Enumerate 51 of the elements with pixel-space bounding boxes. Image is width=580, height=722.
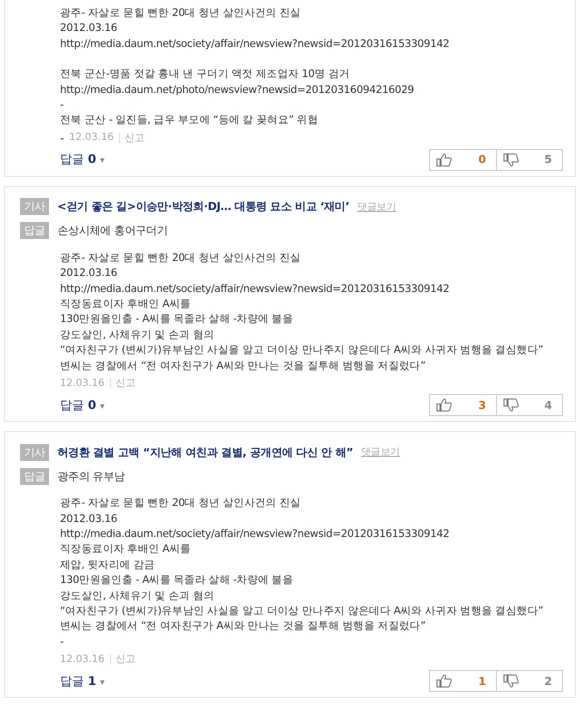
replies-toggle[interactable]: 답글 0 ▾	[60, 151, 105, 168]
comment-line: 제압, 뒷자리에 감금	[60, 558, 156, 573]
reply-title: 광주의 유부남	[57, 468, 125, 484]
article-title-link[interactable]: 허경환 결별 고백 “지난해 여친과 결별, 공개연에 다신 안 해”	[57, 444, 354, 460]
reply-tag: 답글	[20, 222, 50, 240]
replies-toggle[interactable]: 답글 1 ▾	[60, 672, 105, 690]
comment-line: 전북 군산-명품 젓갈 흉내 낸 구더기 액젓 제조업자 10명 검거	[60, 67, 351, 82]
comment-line: 130만원을인출 - A씨를 목졸라 살해 -차량에 불을	[60, 573, 294, 588]
comment-line: http://media.daum.net/society/affair/newsview?newsid=20120316153309142	[60, 36, 450, 52]
article-tag: 기사	[20, 444, 50, 461]
comment-line: “여자친구가 (변씨가)유부남인 사실을 알고 더이상 만나주지 않은데다 A씨와 사귀자 범행을 결심했다”	[60, 604, 544, 619]
article-title-link[interactable]: <걷기 좋은 길>이승만·박정희·DJ… 대통령 묘소 비교 ‘재미’	[57, 199, 350, 214]
comment-line: 광주- 자살로 묻힐 뻔한 20대 청년 살인사건의 진실	[60, 6, 302, 21]
thumbs-down-icon	[503, 674, 519, 688]
comment-line: 직장동료이자 후배인 A씨를	[60, 297, 192, 312]
comment-line: 2012.03.16	[60, 512, 118, 526]
reply-tag: 답글	[20, 468, 50, 485]
comment-line: 전북 군산 - 일진들, 급우 부모에 “등에 칼 꽂혀요” 위협	[60, 113, 320, 128]
comment-line: 직장동료이자 후배인 A씨를	[60, 542, 192, 558]
article-tag: 기사	[20, 198, 50, 216]
comment-line: 광주- 자살로 묻힐 뻔한 20대 청년 살인사건의 진실	[60, 496, 302, 512]
comment-date: 12.03.16	[60, 378, 105, 389]
comment-line: 변씨는 경찰에서 “전 여자친구가 A씨와 만나는 것을 질투해 범행을 저질렀다”	[60, 358, 427, 374]
reply-title: 손상시체에 홍어구더기	[57, 223, 168, 238]
report-link[interactable]: 신고	[124, 130, 145, 145]
comment-line: 2012.03.16	[60, 266, 118, 282]
comment-line: 강도살인, 사체유기 및 손괴 혐의	[60, 588, 216, 604]
comment-line: http://media.daum.net/society/affair/newsview?newsid=20120316153309142	[60, 282, 450, 297]
comment-line: 2012.03.16	[60, 21, 118, 36]
view-comments-link[interactable]: 댓글보기	[361, 445, 400, 460]
replies-toggle[interactable]: 답글 0 ▾	[60, 396, 105, 414]
thumbs-up-icon	[436, 674, 452, 688]
thumbs-up-icon	[436, 152, 452, 167]
comment-line: 광주- 자살로 묻힐 뻔한 20대 청년 살인사건의 진실	[60, 250, 302, 266]
comment-line: “여자친구가 (변씨가)유부남인 사실을 알고 더이상 만나주지 않은데다 A씨와 사귀자 범행을 결심했다”	[60, 343, 544, 358]
report-link[interactable]: 신고	[116, 376, 136, 390]
comment-line: -	[60, 634, 64, 650]
comment-line: 130만원을인출 - A씨를 목졸라 살해 -차량에 불을	[60, 312, 294, 328]
comment-line: -	[60, 98, 64, 114]
view-comments-link[interactable]: 댓글보기	[357, 200, 396, 214]
report-link[interactable]: 신고	[116, 652, 136, 666]
comment-date: 12.03.16	[69, 132, 114, 144]
comment-line: http://media.daum.net/society/affair/newsview?newsid=20120316153309142	[60, 526, 450, 542]
comment-line: http://media.daum.net/photo/newsview?newsid=20120316094216029	[60, 82, 415, 98]
thumbs-up-icon	[436, 398, 452, 412]
comment-line: 변씨는 경찰에서 “전 여자친구가 A씨와 만나는 것을 질투해 범행을 저질렀다”	[60, 619, 427, 634]
thumbs-down-icon	[503, 398, 519, 412]
comment-line: 강도살인, 사체유기 및 손괴 혐의	[60, 328, 216, 343]
comment-line: -	[60, 130, 64, 145]
thumbs-down-icon	[503, 152, 519, 167]
comment-date: 12.03.16	[60, 654, 105, 665]
